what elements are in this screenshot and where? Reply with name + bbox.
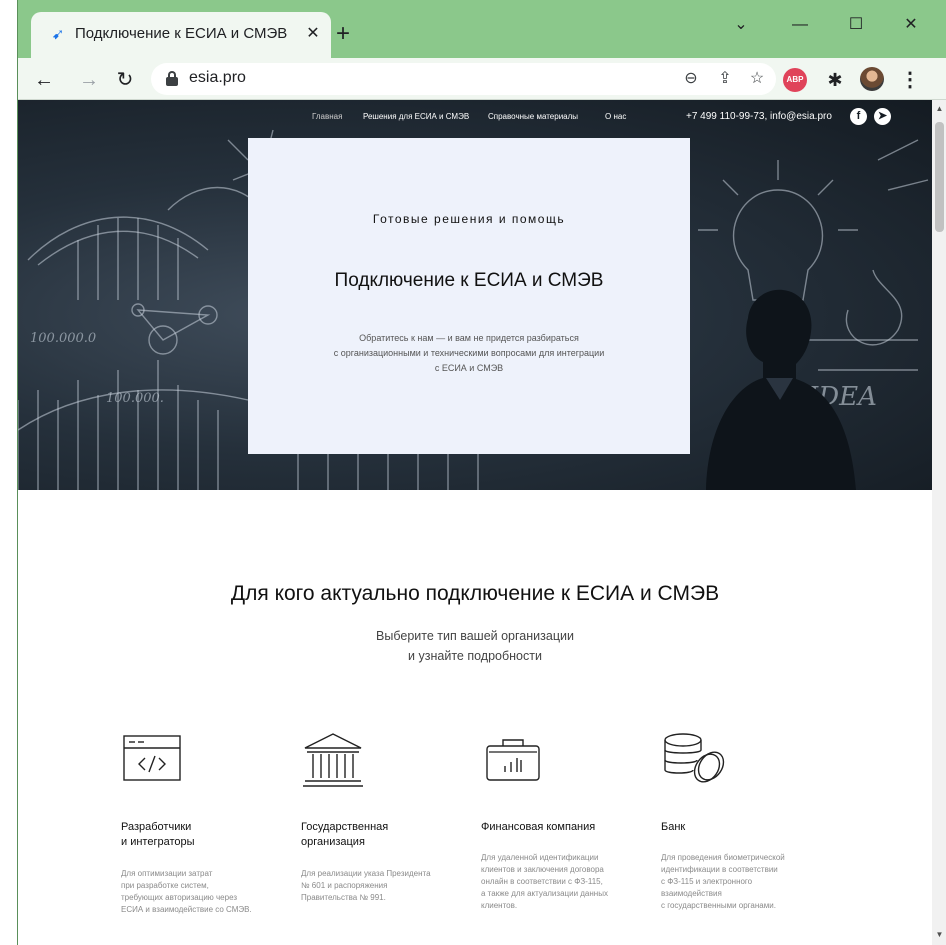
close-window-button[interactable]: ✕ [891,12,931,38]
site-top-nav: Главная Решения для ЕСИА и СМЭВ Справочн… [18,100,932,134]
hero-kicker: Готовые решения и помощь [372,212,566,226]
nav-link-home[interactable]: Главная [312,112,342,121]
org-description: Для удаленной идентификации клиентов и з… [481,853,608,910]
new-tab-button[interactable]: + [328,20,358,50]
hero-card: Готовые решения и помощь Подключение к Е… [248,138,690,454]
org-title[interactable]: Банк [661,820,831,835]
briefcase-chart-icon [486,739,540,781]
minimize-button[interactable]: — [780,12,820,38]
hero-banner: 100.000.0 100.000. IDEA Главная Решения … [18,100,932,490]
telegram-icon[interactable]: ➤ [874,108,891,125]
page-scrollbar[interactable]: ▲ ▼ [932,100,946,945]
facebook-icon[interactable]: f [850,108,867,125]
hero-description: Обратитесь к нам — и вам не придется раз… [333,333,605,373]
org-description: Для реализации указа Президента № 601 и … [301,869,431,902]
org-description: Для проведения биометрической идентифика… [661,853,785,910]
bookmark-star-icon[interactable]: ☆ [745,67,769,91]
page-viewport: 100.000.0 100.000. IDEA Главная Решения … [18,100,932,945]
adblock-plus-icon[interactable]: ABP [783,68,807,92]
reload-button[interactable]: ↻ [111,66,139,94]
org-title[interactable]: Государственная организация [301,820,471,850]
title-bar: ➹ Подключение к ЕСИА и СМЭВ ✕ + ⌄ — ☐ ✕ [18,0,946,58]
browser-window: ➹ Подключение к ЕСИА и СМЭВ ✕ + ⌄ — ☐ ✕ … [17,0,946,945]
org-title[interactable]: Финансовая компания [481,820,651,835]
share-icon[interactable]: ⇪ [713,67,737,91]
browser-toolbar: ← → ↻ esia.pro ⊖ ⇪ ☆ ABP ✱ ⋮ [18,58,946,100]
profile-avatar[interactable] [860,67,884,91]
org-description: Для оптимизации затрат при разработке си… [121,869,252,914]
scroll-down-arrow-icon[interactable]: ▼ [932,928,946,942]
coins-stack-icon [664,733,725,783]
forward-button[interactable]: → [75,66,103,94]
address-bar[interactable]: esia.pro ⊖ ⇪ ☆ [151,63,776,95]
url-text[interactable]: esia.pro [189,69,246,87]
scroll-up-arrow-icon[interactable]: ▲ [932,102,946,116]
tab-close-icon[interactable]: ✕ [301,22,325,46]
back-button[interactable]: ← [30,66,58,94]
zoom-icon[interactable]: ⊖ [679,67,703,91]
browser-menu-icon[interactable]: ⋮ [900,66,920,94]
org-title[interactable]: Разработчики и интеграторы [121,820,291,850]
maximize-button[interactable]: ☐ [836,12,876,38]
contact-info[interactable]: +7 499 110-99-73, info@esia.pro [686,111,832,122]
site-favicon-icon: ➹ [51,26,65,43]
section-title: Для кого актуально подключение к ЕСИА и … [230,582,720,605]
tab-title: Подключение к ЕСИА и СМЭВ [75,25,288,42]
chalk-text-1: 100.000.0 [30,331,96,346]
section-subtitle: Выберите тип вашей организации и узнайте… [376,629,574,663]
lock-icon[interactable] [165,71,179,87]
nav-link-about[interactable]: О нас [605,112,626,121]
nav-link-reference[interactable]: Справочные материалы [488,112,578,121]
scrollbar-thumb[interactable] [935,122,944,232]
hero-title: Подключение к ЕСИА и СМЭВ [334,270,604,291]
extensions-puzzle-icon[interactable]: ✱ [822,67,848,93]
code-window-icon [123,735,181,781]
nav-link-solutions[interactable]: Решения для ЕСИА и СМЭВ [363,112,469,121]
chalk-text-2: 100.000. [106,391,164,406]
government-building-icon [303,733,363,787]
browser-tab[interactable]: ➹ Подключение к ЕСИА и СМЭВ ✕ [31,12,331,58]
tab-search-icon[interactable]: ⌄ [721,12,761,38]
